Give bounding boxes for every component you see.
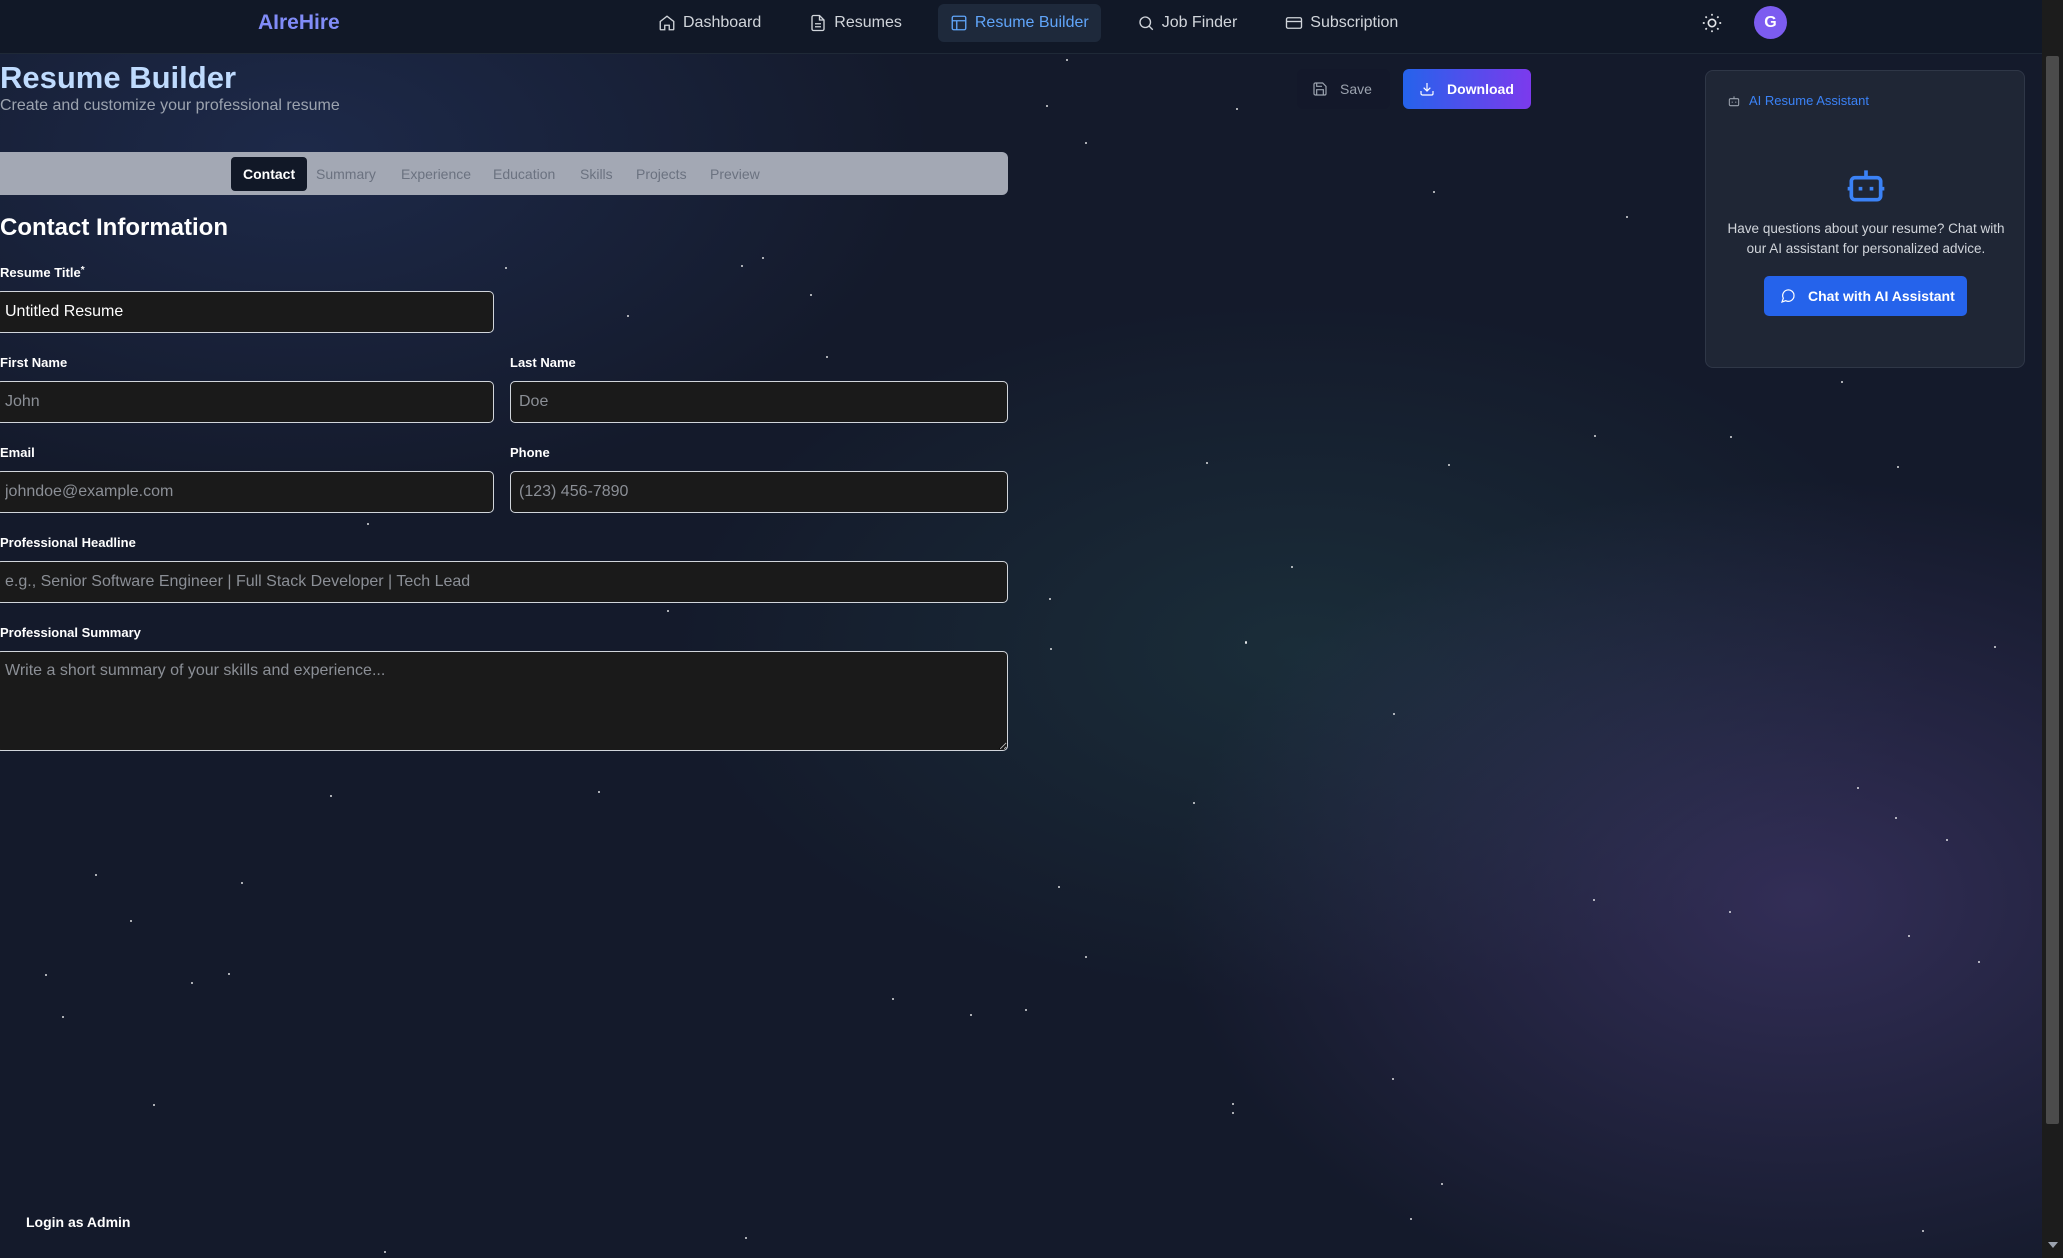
resume-title-label-text: Resume Title bbox=[0, 265, 81, 280]
first-name-input[interactable] bbox=[0, 381, 494, 423]
page-title: Resume Builder bbox=[0, 60, 237, 95]
summary-textarea[interactable] bbox=[0, 651, 1008, 751]
tab-skills[interactable]: Skills bbox=[568, 157, 625, 191]
chat-with-ai-label: Chat with AI Assistant bbox=[1808, 288, 1955, 304]
resume-title-label: Resume Title* bbox=[0, 265, 85, 280]
nav-resume-builder-label: Resume Builder bbox=[974, 14, 1089, 31]
required-mark: * bbox=[80, 265, 85, 276]
phone-input[interactable] bbox=[510, 471, 1008, 513]
nav-resume-builder[interactable]: Resume Builder bbox=[937, 4, 1101, 42]
phone-label: Phone bbox=[510, 445, 550, 460]
top-navigation: AIreHire Dashboard Resumes Resume Builde… bbox=[0, 0, 2042, 54]
ai-assistant-header: AI Resume Assistant bbox=[1727, 93, 1869, 108]
tab-preview[interactable]: Preview bbox=[698, 157, 772, 191]
download-icon bbox=[1420, 83, 1434, 96]
first-name-label: First Name bbox=[0, 355, 68, 370]
scroll-down-arrow-icon[interactable] bbox=[2048, 1242, 2058, 1248]
credit-card-icon bbox=[1286, 17, 1303, 29]
chat-with-ai-button[interactable]: Chat with AI Assistant bbox=[1764, 276, 1967, 316]
page-scrollbar[interactable] bbox=[2042, 0, 2063, 1258]
page-subtitle: Create and customize your professional r… bbox=[0, 97, 340, 114]
ai-assistant-title: AI Resume Assistant bbox=[1749, 93, 1869, 108]
nav-subscription[interactable]: Subscription bbox=[1273, 4, 1410, 42]
nav-dashboard-label: Dashboard bbox=[683, 14, 762, 31]
theme-toggle-button[interactable] bbox=[1701, 12, 1723, 34]
sun-icon bbox=[1702, 13, 1722, 33]
nav-resumes[interactable]: Resumes bbox=[797, 4, 914, 42]
email-label: Email bbox=[0, 445, 35, 460]
ai-assistant-description: Have questions about your resume? Chat w… bbox=[1727, 221, 2005, 256]
last-name-label: Last Name bbox=[510, 355, 576, 370]
nav-job-finder-label: Job Finder bbox=[1161, 14, 1238, 31]
login-as-admin-link[interactable]: Login as Admin bbox=[26, 1214, 130, 1230]
download-button[interactable]: Download bbox=[1403, 69, 1531, 109]
user-avatar[interactable]: G bbox=[1754, 6, 1787, 39]
tab-summary[interactable]: Summary bbox=[304, 157, 388, 191]
save-button-label: Save bbox=[1340, 81, 1372, 97]
save-button[interactable]: Save bbox=[1297, 69, 1390, 109]
nav-job-finder[interactable]: Job Finder bbox=[1125, 4, 1250, 42]
summary-label: Professional Summary bbox=[0, 625, 141, 640]
layout-icon bbox=[951, 15, 967, 31]
last-name-input[interactable] bbox=[510, 381, 1008, 423]
file-text-icon bbox=[811, 14, 825, 32]
tab-contact[interactable]: Contact bbox=[231, 157, 308, 191]
section-title: Contact Information bbox=[0, 214, 228, 241]
message-circle-icon bbox=[1781, 289, 1795, 303]
builder-tabs: Contact Summary Experience Education Ski… bbox=[0, 152, 1008, 195]
tab-projects[interactable]: Projects bbox=[624, 157, 699, 191]
tab-experience[interactable]: Experience bbox=[389, 157, 483, 191]
tab-education[interactable]: Education bbox=[481, 157, 567, 191]
search-icon bbox=[1139, 16, 1153, 31]
home-icon bbox=[659, 15, 675, 31]
bot-small-icon bbox=[1728, 95, 1740, 106]
brand-logo[interactable]: AIreHire bbox=[258, 11, 340, 35]
headline-label: Professional Headline bbox=[0, 535, 136, 550]
bot-icon bbox=[1844, 163, 1888, 207]
nav-links: Dashboard Resumes Resume Builder Job Fin… bbox=[646, 4, 1430, 42]
resume-title-input[interactable] bbox=[0, 291, 494, 333]
nav-resumes-label: Resumes bbox=[834, 14, 902, 31]
nav-dashboard[interactable]: Dashboard bbox=[646, 4, 773, 42]
ai-assistant-panel: AI Resume Assistant Have questions about… bbox=[1705, 70, 2025, 368]
headline-input[interactable] bbox=[0, 561, 1008, 603]
save-icon bbox=[1313, 82, 1327, 96]
download-button-label: Download bbox=[1447, 81, 1514, 97]
scrollbar-thumb[interactable] bbox=[2046, 56, 2059, 1124]
nav-subscription-label: Subscription bbox=[1310, 14, 1399, 31]
email-input[interactable] bbox=[0, 471, 494, 513]
